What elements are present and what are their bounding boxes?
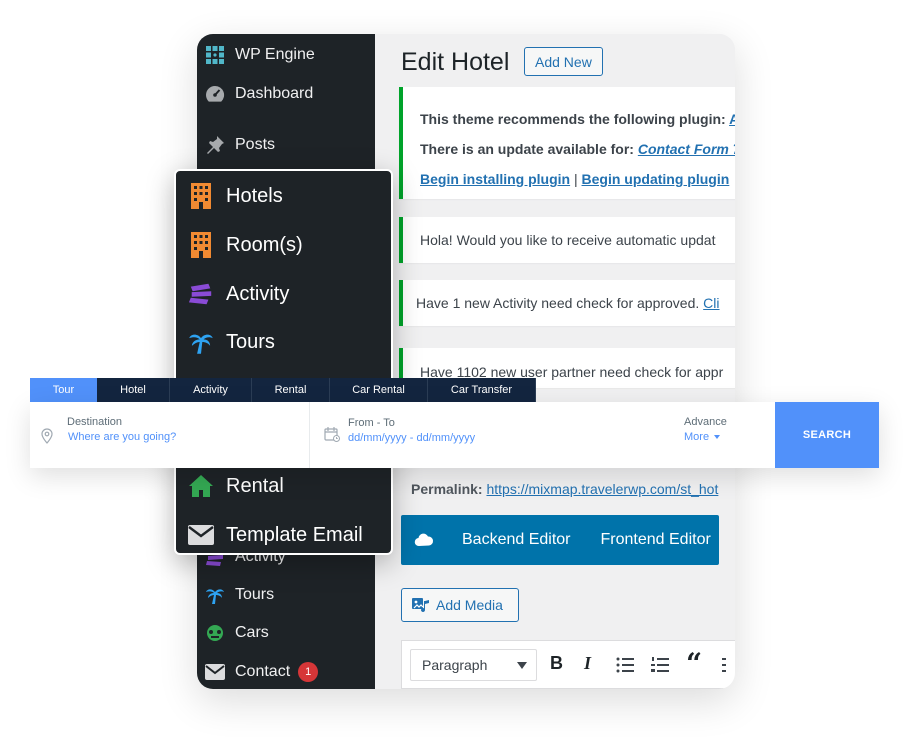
sidebar-item-label: Cars — [235, 624, 269, 641]
pushpin-icon — [204, 134, 226, 156]
sidebar-item-label: Contact — [235, 663, 291, 680]
blockquote-button[interactable]: “ — [686, 647, 702, 680]
menu-item-label: Template Email — [226, 523, 363, 546]
plugin-notice: This theme recommends the following plug… — [399, 87, 735, 199]
menu-item-label: Hotels — [226, 184, 283, 207]
plugin-recommend-text: This theme recommends the following plug… — [420, 111, 726, 127]
sidebar-item-cars[interactable]: Cars — [197, 618, 269, 648]
link-separator: | — [574, 171, 578, 187]
hotel-building-icon — [188, 182, 214, 210]
advance-label: Advance — [684, 416, 727, 428]
sidebar-item-label: Dashboard — [235, 85, 314, 102]
field-divider — [309, 402, 310, 468]
menu-item-rental[interactable]: Rental — [176, 468, 284, 504]
sidebar-item-contact[interactable]: Contact 1 — [197, 657, 319, 687]
caret-down-icon — [714, 435, 721, 440]
plugin-recommend-line: This theme recommends the following plug… — [420, 111, 735, 127]
bullet-list-icon[interactable] — [616, 657, 634, 678]
activity-ticket-icon — [188, 280, 214, 308]
menu-item-label: Activity — [226, 282, 290, 305]
destination-label: Destination — [67, 416, 123, 428]
page-title: Edit Hotel — [401, 48, 510, 76]
activity-notice-line: Have 1 new Activity need check for appro… — [416, 295, 720, 311]
tab-hotel[interactable]: Hotel — [97, 378, 170, 402]
sidebar-item-label: WP Engine — [235, 46, 315, 63]
update-line: There is an update available for: Contac… — [420, 141, 735, 157]
hola-notice: Hola! Would you like to receive automati… — [399, 217, 735, 263]
destination-input[interactable]: Where are you going? — [68, 431, 176, 443]
hola-text: Hola! Would you like to receive automati… — [420, 232, 716, 248]
menu-item-label: Rental — [226, 474, 284, 497]
more-dropdown[interactable]: More — [684, 431, 721, 443]
plugin-recommend-link[interactable]: A — [729, 111, 735, 127]
sidebar-item-tours[interactable]: Tours — [197, 580, 274, 610]
dates-input[interactable]: dd/mm/yyyy - dd/mm/yyyy — [348, 432, 475, 444]
begin-updating-link[interactable]: Begin updating plugin — [582, 171, 730, 187]
house-icon — [188, 472, 214, 500]
tab-car-rental[interactable]: Car Rental — [330, 378, 428, 402]
menu-item-hotels[interactable]: Hotels — [176, 178, 283, 214]
menu-item-rooms[interactable]: Room(s) — [176, 227, 303, 263]
frontend-editor-button[interactable]: Frontend Editor — [601, 531, 711, 549]
format-select-value: Paragraph — [422, 657, 488, 673]
sidebar-item-wp-engine[interactable]: WP Engine — [197, 40, 315, 70]
more-label: More — [684, 431, 710, 443]
page-builder-bar: Backend Editor Frontend Editor — [401, 515, 719, 565]
numbered-list-icon[interactable] — [651, 657, 669, 678]
contact-form-link[interactable]: Contact Form 7 — [638, 141, 735, 157]
calendar-icon — [324, 426, 340, 447]
search-tabs: Tour Hotel Activity Rental Car Rental Ca… — [30, 378, 536, 402]
backend-editor-button[interactable]: Backend Editor — [462, 531, 571, 549]
tab-activity[interactable]: Activity — [170, 378, 252, 402]
menu-item-activity[interactable]: Activity — [176, 276, 289, 312]
menu-item-label: Room(s) — [226, 233, 303, 256]
permalink: Permalink: https://mixmap.travelerwp.com… — [411, 481, 718, 497]
tab-tour[interactable]: Tour — [30, 378, 97, 402]
wp-main-content: Edit Hotel Add New This theme recommends… — [375, 34, 735, 689]
activity-notice-text: Have 1 new Activity need check for appro… — [416, 295, 700, 311]
add-media-button[interactable]: Add Media — [401, 588, 519, 622]
envelope-icon — [188, 521, 214, 549]
dashboard-gauge-icon — [204, 83, 226, 105]
traveler-menu-card: Hotels Room(s) Activity Tours Rental Tem… — [174, 169, 393, 555]
add-new-button[interactable]: Add New — [524, 47, 603, 76]
update-text: There is an update available for: — [420, 141, 634, 157]
palm-tree-icon — [204, 584, 226, 606]
activity-check-link[interactable]: Cli — [703, 295, 719, 311]
format-select[interactable]: Paragraph — [410, 649, 537, 681]
italic-button[interactable]: I — [584, 653, 591, 674]
cloud-icon — [414, 533, 434, 547]
add-media-label: Add Media — [436, 597, 503, 613]
location-pin-icon — [41, 428, 53, 449]
room-building-icon — [188, 231, 214, 259]
tab-car-transfer[interactable]: Car Transfer — [428, 378, 536, 402]
menu-item-tours[interactable]: Tours — [176, 324, 275, 360]
more-toolbar-icon[interactable] — [722, 657, 728, 678]
sidebar-item-posts[interactable]: Posts — [197, 130, 275, 160]
begin-installing-link[interactable]: Begin installing plugin — [420, 171, 570, 187]
palm-tree-icon — [188, 328, 214, 356]
tab-rental[interactable]: Rental — [252, 378, 330, 402]
activity-notice: Have 1 new Activity need check for appro… — [399, 280, 735, 326]
permalink-url[interactable]: https://mixmap.travelerwp.com/st_hot — [486, 481, 718, 497]
envelope-icon — [204, 661, 226, 683]
editor-toolbar: Paragraph B I “ — [401, 640, 735, 689]
wp-engine-icon — [204, 44, 226, 66]
car-icon — [204, 622, 226, 644]
media-icon — [412, 596, 430, 614]
sidebar-item-label: Posts — [235, 136, 276, 153]
search-button[interactable]: SEARCH — [775, 402, 879, 468]
bold-button[interactable]: B — [550, 653, 563, 674]
sidebar-item-dashboard[interactable]: Dashboard — [197, 79, 313, 109]
sidebar-item-label: Tours — [235, 586, 275, 603]
dates-label: From - To — [348, 417, 395, 429]
menu-item-label: Tours — [226, 330, 275, 353]
plugin-actions-line: Begin installing plugin | Begin updating… — [420, 171, 729, 187]
chevron-down-icon — [517, 662, 527, 669]
permalink-label: Permalink: — [411, 481, 483, 497]
menu-item-template-email[interactable]: Template Email — [176, 517, 363, 553]
notification-badge: 1 — [298, 662, 319, 682]
search-form: Destination Where are you going? From - … — [30, 402, 879, 468]
